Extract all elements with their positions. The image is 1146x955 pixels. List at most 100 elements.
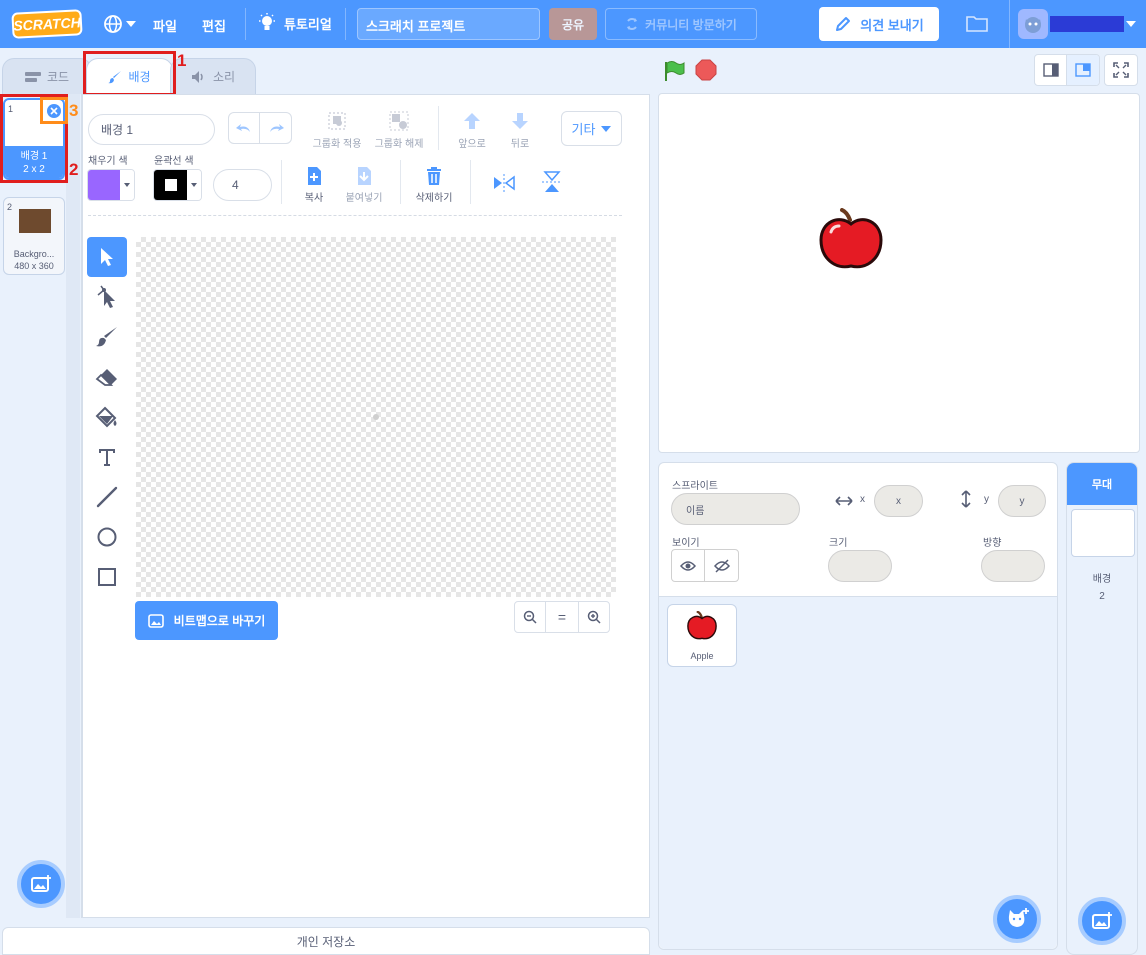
annotation-number-2: 2	[69, 160, 79, 179]
circle-tool[interactable]	[87, 517, 127, 557]
backdrop-item-2[interactable]: 2 Backgro... 480 x 360	[3, 197, 65, 275]
group-button[interactable]: 그룹화 적용	[308, 110, 366, 150]
ungroup-button[interactable]: 그룹화 해제	[370, 110, 428, 150]
image-add-icon	[1092, 912, 1112, 929]
more-dropdown[interactable]: 기타	[561, 111, 622, 146]
tab-sound-label: 소리	[212, 70, 236, 84]
sprite-name: Apple	[690, 651, 714, 661]
small-stage-icon[interactable]	[1035, 55, 1068, 85]
stage-title: 무대	[1067, 463, 1137, 505]
choose-stage-backdrop-button[interactable]	[1078, 897, 1126, 945]
community-label: 커뮤니티 방문하기	[645, 17, 737, 32]
direction-input[interactable]	[981, 550, 1045, 582]
menu-tutorial[interactable]: 튜토리얼	[258, 13, 332, 33]
feedback-label: 의견 보내기	[860, 17, 924, 33]
vertical-arrows-icon	[961, 490, 971, 508]
brush-tool[interactable]	[87, 317, 127, 357]
flip-horizontal-icon[interactable]	[493, 173, 515, 198]
green-flag-icon[interactable]	[663, 60, 685, 87]
zoom-out-icon[interactable]	[514, 601, 546, 633]
outline-label: 윤곽선 색	[154, 156, 194, 167]
canvas-center-dot	[373, 414, 379, 420]
apple-sprite[interactable]	[817, 208, 885, 276]
project-title-input[interactable]: 스크래치 프로젝트	[357, 8, 540, 40]
annotation-number-3: 3	[69, 101, 79, 120]
avatar[interactable]	[1018, 9, 1048, 39]
copy-label: 복사	[304, 193, 324, 204]
paste-button[interactable]: 붙여넣기	[340, 166, 388, 204]
more-label: 기타	[571, 122, 596, 137]
backdrop-name-input[interactable]: 배경 1	[88, 114, 215, 145]
folder-icon[interactable]	[966, 14, 988, 37]
caret-down-icon	[601, 125, 612, 132]
feedback-button[interactable]: 의견 보내기	[819, 7, 939, 41]
outline-color-picker[interactable]	[153, 169, 202, 201]
copy-icon	[308, 167, 321, 185]
share-button[interactable]: 공유	[549, 8, 597, 40]
choose-backdrop-button[interactable]	[17, 860, 65, 908]
backward-button[interactable]: 뒤로	[500, 110, 540, 150]
toolbar-separator	[88, 215, 622, 216]
flip-vertical-icon[interactable]	[541, 171, 563, 198]
sprite-item-apple[interactable]: Apple	[667, 604, 737, 667]
delete-button[interactable]: 삭제하기	[410, 166, 458, 204]
rectangle-tool[interactable]	[87, 557, 127, 597]
stop-icon[interactable]	[695, 59, 717, 86]
outline-width-input[interactable]: 4	[213, 169, 272, 201]
size-label: 크기	[829, 538, 848, 549]
fill-color-picker[interactable]	[87, 169, 135, 201]
fullscreen-icon[interactable]	[1104, 54, 1138, 86]
annotation-box-1	[83, 51, 176, 96]
arrow-up-icon	[464, 113, 480, 129]
circle-icon	[97, 527, 117, 547]
select-tool[interactable]	[87, 237, 127, 277]
backdrops-count: 2	[1099, 591, 1105, 602]
line-tool[interactable]	[87, 477, 127, 517]
paint-canvas[interactable]	[136, 237, 616, 597]
normal-stage-icon[interactable]	[1067, 55, 1099, 85]
scrollbar[interactable]	[66, 94, 80, 918]
scratch-logo[interactable]: SCRATCH	[11, 9, 83, 39]
forward-label: 앞으로	[458, 139, 486, 150]
menu-divider	[345, 8, 346, 40]
menu-edit[interactable]: 편집	[202, 16, 226, 35]
choose-sprite-button[interactable]	[993, 895, 1041, 943]
backdrop-caption: Backgro... 480 x 360	[4, 248, 64, 272]
fill-tool[interactable]	[87, 397, 127, 437]
zoom-in-icon[interactable]	[578, 601, 610, 633]
stage-selector[interactable]: 무대 배경 2	[1066, 462, 1138, 955]
stage[interactable]	[658, 93, 1140, 453]
reshape-tool[interactable]	[87, 277, 127, 317]
lightbulb-icon	[259, 13, 275, 30]
convert-to-bitmap-button[interactable]: 비트맵으로 바꾸기	[135, 601, 278, 640]
backpack-header[interactable]: 개인 저장소	[2, 927, 650, 955]
zoom-reset-button[interactable]: =	[546, 601, 578, 633]
copy-button[interactable]: 복사	[296, 166, 332, 204]
undo-icon[interactable]	[229, 113, 261, 143]
x-input[interactable]: x	[874, 485, 923, 517]
community-button[interactable]: 커뮤니티 방문하기	[605, 8, 757, 40]
y-input[interactable]: y	[998, 485, 1046, 517]
language-globe-icon[interactable]	[103, 13, 139, 35]
sprite-name-input[interactable]: 이름	[671, 493, 800, 525]
forward-button[interactable]: 앞으로	[452, 110, 492, 150]
backdrop-index: 2	[7, 202, 13, 212]
chevron-down-icon[interactable]	[1126, 21, 1136, 27]
pencil-icon	[836, 17, 851, 31]
tab-code[interactable]: 코드	[2, 58, 92, 94]
eye-hidden-icon[interactable]	[705, 550, 738, 581]
size-input[interactable]	[828, 550, 892, 582]
zoom-controls: =	[514, 601, 610, 633]
image-icon	[147, 613, 164, 628]
ungroup-label: 그룹화 해제	[374, 139, 424, 150]
menu-divider	[1009, 0, 1010, 48]
menu-file[interactable]: 파일	[153, 16, 177, 35]
backdrop-size: 480 x 360	[14, 261, 54, 271]
text-tool[interactable]	[87, 437, 127, 477]
group-label: 그룹화 적용	[312, 139, 362, 150]
delete-label: 삭제하기	[415, 193, 453, 204]
eye-icon[interactable]	[672, 550, 706, 581]
redo-icon[interactable]	[260, 113, 291, 143]
rectangle-icon	[98, 568, 116, 586]
eraser-tool[interactable]	[87, 357, 127, 397]
